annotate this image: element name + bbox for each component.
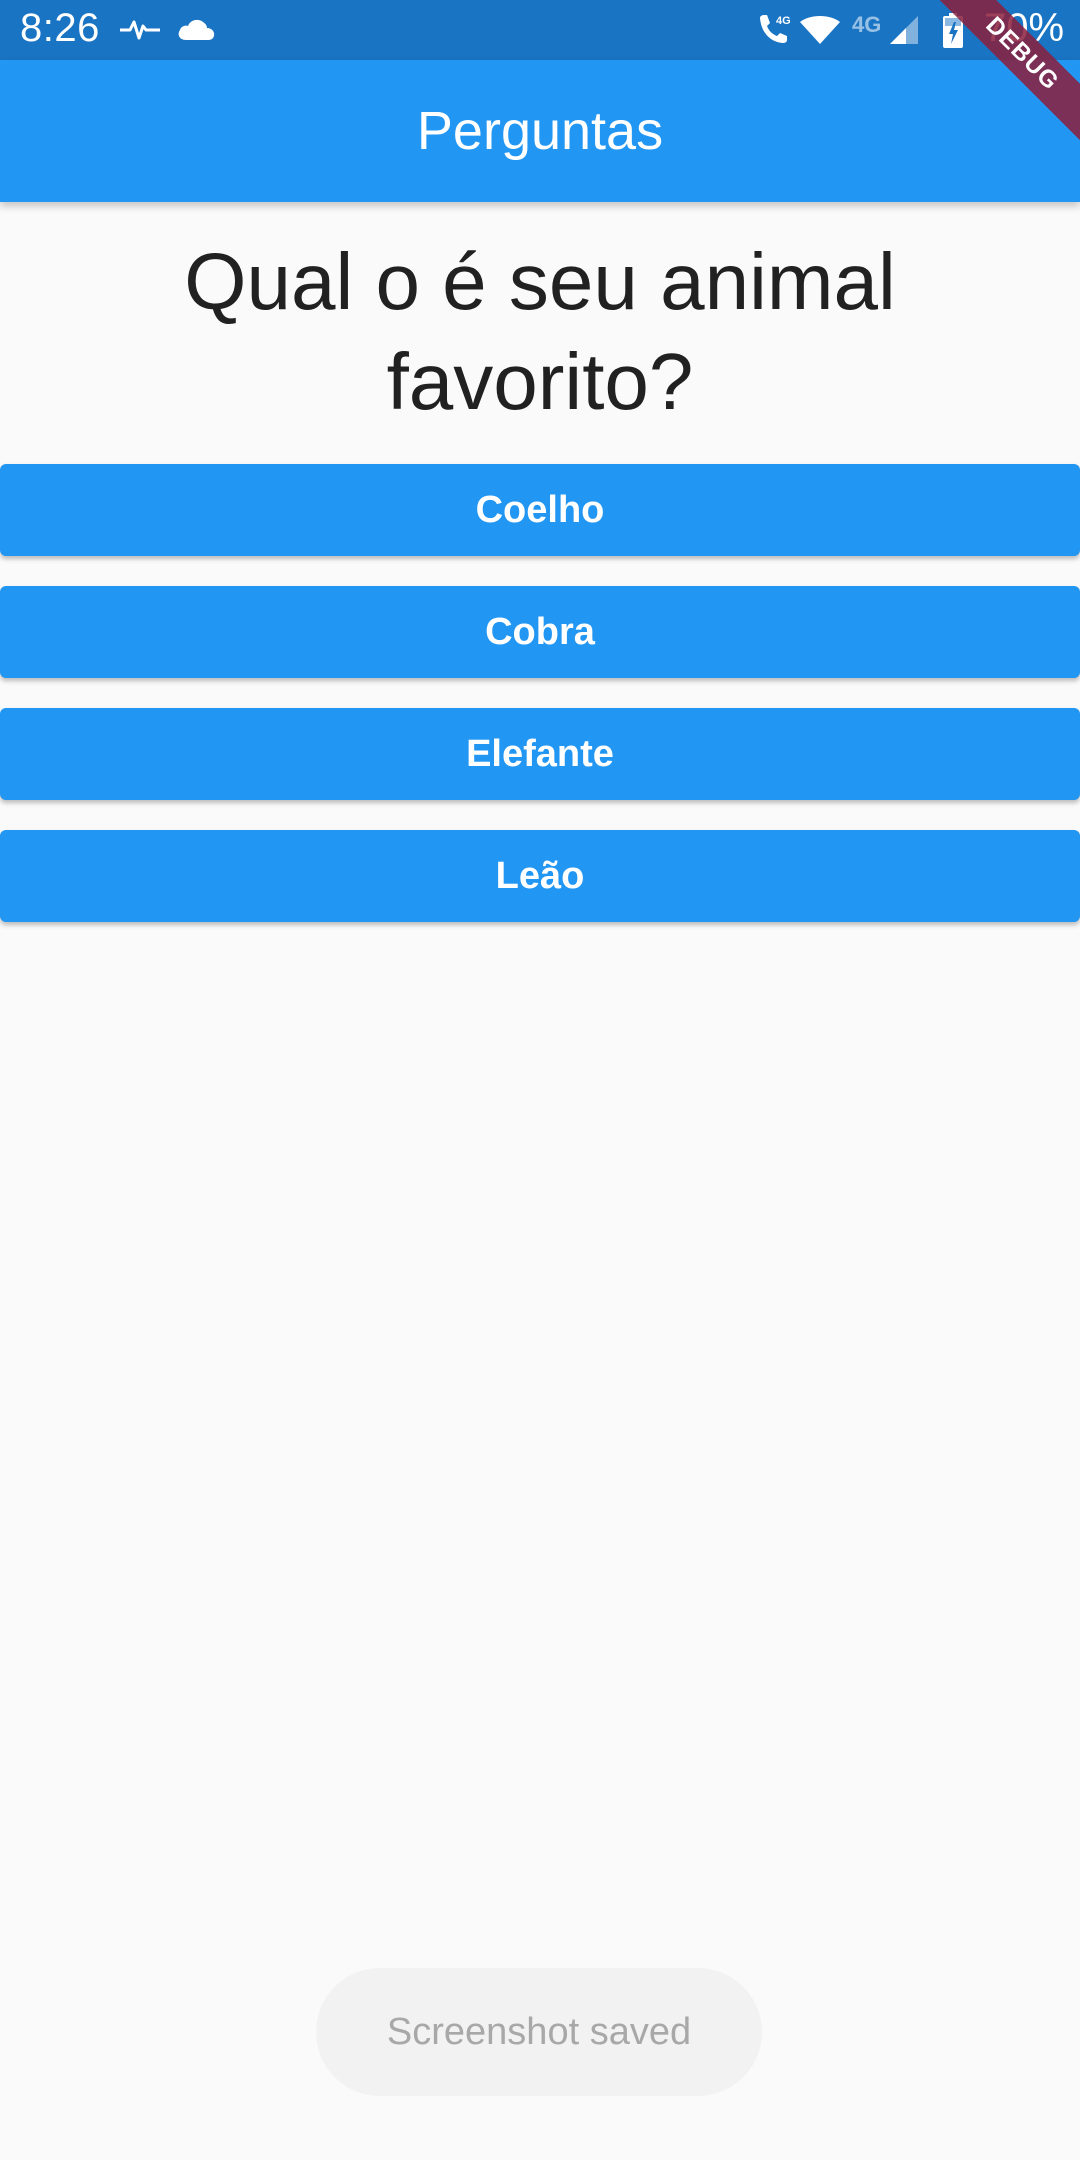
answer-button-elefante[interactable]: Elefante [0,708,1080,800]
pulse-icon [120,16,160,47]
status-bar: 8:26 4G 4G 70% [0,0,1080,60]
wifi-icon [798,14,842,51]
toast-message: Screenshot saved [316,1968,762,2096]
call-icon: 4G [756,12,792,51]
status-time: 8:26 [20,6,100,50]
call-network-label: 4G [776,15,791,27]
answer-button-coelho[interactable]: Coelho [0,464,1080,556]
battery-percent: 70% [984,6,1065,50]
app-bar: Perguntas [0,60,1080,202]
page-title: Perguntas [416,101,664,161]
answer-list: Coelho Cobra Elefante Leão [0,464,1080,952]
signal-icon [888,14,922,51]
answer-button-leao[interactable]: Leão [0,830,1080,922]
battery-charging-icon [942,13,964,54]
question-text: Qual o é seu animal favorito? [184,237,896,426]
network-type-label: 4G [852,12,882,37]
answer-button-cobra[interactable]: Cobra [0,586,1080,678]
cloud-icon [176,16,216,47]
